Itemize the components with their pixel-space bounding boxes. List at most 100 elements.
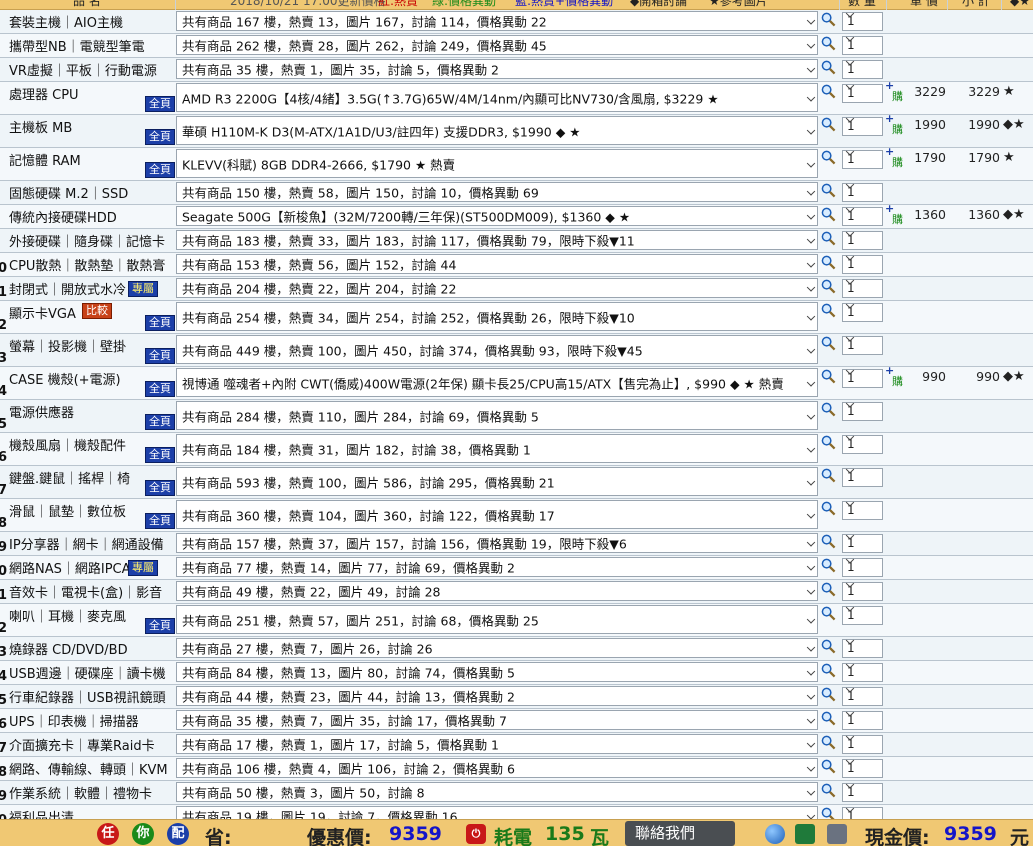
product-select[interactable]: 共有商品 77 樓，熱賣 14，圖片 77，討論 69，價格異動 2 — [176, 557, 818, 577]
quantity-select[interactable]: 1 — [842, 498, 883, 520]
search-icon[interactable] — [821, 303, 836, 318]
category-label[interactable]: USB週邊｜硬碟座｜讀卡機 — [9, 663, 166, 682]
full-page-badge[interactable]: 全頁 — [145, 447, 175, 463]
quantity-select[interactable]: 1 — [842, 684, 883, 706]
globe-icon[interactable] — [765, 824, 785, 844]
product-select[interactable]: 共有商品 204 樓，熱賣 22，圖片 204，討論 22 — [176, 278, 818, 298]
full-page-badge[interactable]: 全頁 — [145, 315, 175, 331]
quantity-select[interactable]: 1 — [842, 531, 883, 553]
quantity-select[interactable]: 1 — [842, 333, 883, 355]
category-label[interactable]: 作業系統｜軟體｜禮物卡 — [9, 783, 152, 802]
contact-us-button[interactable]: 聯絡我們 — [625, 821, 735, 846]
product-select[interactable]: 共有商品 50 樓，熱賣 3，圖片 50，討論 8 — [176, 782, 818, 802]
quantity-select[interactable]: 1 — [842, 636, 883, 658]
product-select[interactable]: 共有商品 150 樓，熱賣 58，圖片 150，討論 10，價格異動 69 — [176, 182, 818, 202]
quantity-select[interactable]: 1 — [842, 399, 883, 421]
quantity-select[interactable]: 1 — [842, 660, 883, 682]
search-icon[interactable] — [821, 150, 836, 165]
quantity-select[interactable]: 1 — [842, 366, 883, 388]
quantity-select[interactable]: 1 — [842, 204, 883, 226]
search-icon[interactable] — [821, 534, 836, 549]
category-label[interactable]: 網路、傳輸線、轉頭｜KVM — [9, 759, 168, 778]
search-icon[interactable] — [821, 183, 836, 198]
category-label[interactable]: 鍵盤.鍵鼠｜搖桿｜椅 — [9, 468, 130, 487]
quantity-select[interactable]: 1 — [842, 603, 883, 625]
exclusive-badge[interactable]: 專屬 — [128, 281, 158, 297]
custom-build-button[interactable]: 任 — [97, 823, 119, 845]
category-label[interactable]: CASE 機殼(+電源) — [9, 369, 121, 388]
search-icon[interactable] — [821, 468, 836, 483]
search-icon[interactable] — [821, 117, 836, 132]
product-select[interactable]: 共有商品 153 樓，熱賣 56，圖片 152，討論 44 — [176, 254, 818, 274]
category-label[interactable]: IP分享器｜網卡｜網通設備 — [9, 534, 164, 553]
quantity-select[interactable]: 1 — [842, 579, 883, 601]
product-select[interactable]: 共有商品 106 樓，熱賣 4，圖片 106，討論 2，價格異動 6 — [176, 758, 818, 778]
quantity-select[interactable]: 1 — [842, 81, 883, 103]
search-icon[interactable] — [821, 639, 836, 654]
quantity-select[interactable]: 1 — [842, 432, 883, 454]
product-select[interactable]: 共有商品 184 樓，熱賣 31，圖片 182，討論 38，價格異動 1 — [176, 434, 818, 463]
search-icon[interactable] — [821, 735, 836, 750]
category-label[interactable]: 喇叭｜耳機｜麥克風 — [9, 606, 126, 625]
printer-icon[interactable] — [827, 824, 847, 844]
product-select[interactable]: 共有商品 251 樓，熱賣 57，圖片 251，討論 68，價格異動 25 — [176, 605, 818, 634]
category-label[interactable]: 固態硬碟 M.2｜SSD — [9, 183, 128, 202]
full-page-badge[interactable]: 全頁 — [145, 414, 175, 430]
product-select[interactable]: AMD R3 2200G【4核/4緒】3.5G(↑3.7G)65W/4M/14n… — [176, 83, 818, 112]
quantity-select[interactable]: 1 — [842, 465, 883, 487]
full-page-badge[interactable]: 全頁 — [145, 618, 175, 634]
your-button[interactable]: 你 — [132, 823, 154, 845]
full-page-badge[interactable]: 全頁 — [145, 381, 175, 397]
category-label[interactable]: CPU散熱｜散熱墊｜散熱膏 — [9, 255, 165, 274]
category-label[interactable]: 音效卡｜電視卡(盒)｜影音 — [9, 582, 162, 601]
category-label[interactable]: 螢幕｜投影機｜壁掛 — [9, 336, 126, 355]
quantity-select[interactable]: 1 — [842, 57, 883, 79]
category-label[interactable]: 記憶體 RAM — [9, 150, 81, 169]
search-icon[interactable] — [821, 558, 836, 573]
category-label[interactable]: 介面擴充卡｜專業Raid卡 — [9, 735, 155, 754]
category-label[interactable]: 網路NAS｜網路IPCAM — [9, 558, 142, 577]
quantity-select[interactable]: 1 — [842, 756, 883, 778]
category-label[interactable]: 套裝主機｜AIO主機 — [9, 12, 123, 31]
quantity-select[interactable]: 1 — [842, 708, 883, 730]
full-page-badge[interactable]: 全頁 — [145, 513, 175, 529]
compare-badge[interactable]: 比較 — [82, 303, 112, 319]
quantity-select[interactable]: 1 — [842, 9, 883, 31]
category-label[interactable]: 機殼風扇｜機殼配件 — [9, 435, 126, 454]
product-select[interactable]: 共有商品 157 樓，熱賣 37，圖片 157，討論 156，價格異動 19，限… — [176, 533, 818, 553]
exclusive-badge[interactable]: 專屬 — [128, 560, 158, 576]
search-icon[interactable] — [821, 279, 836, 294]
quantity-select[interactable]: 1 — [842, 300, 883, 322]
search-icon[interactable] — [821, 759, 836, 774]
quantity-select[interactable]: 1 — [842, 114, 883, 136]
category-label[interactable]: 傳統內接硬碟HDD — [9, 207, 117, 226]
quantity-select[interactable]: 1 — [842, 147, 883, 169]
category-label[interactable]: 行車紀錄器｜USB視訊鏡頭 — [9, 687, 166, 706]
quantity-select[interactable]: 1 — [842, 555, 883, 577]
search-icon[interactable] — [821, 606, 836, 621]
category-label[interactable]: 燒錄器 CD/DVD/BD — [9, 639, 128, 658]
quantity-select[interactable]: 1 — [842, 180, 883, 202]
quantity-select[interactable]: 1 — [842, 252, 883, 274]
search-icon[interactable] — [821, 84, 836, 99]
search-icon[interactable] — [821, 402, 836, 417]
product-select[interactable]: Seagate 500G【新梭魚】(32M/7200轉/三年保)(ST500DM… — [176, 206, 818, 226]
product-select[interactable]: 共有商品 44 樓，熱賣 23，圖片 44，討論 13，價格異動 2 — [176, 686, 818, 706]
quantity-select[interactable]: 1 — [842, 732, 883, 754]
search-icon[interactable] — [821, 207, 836, 222]
search-icon[interactable] — [821, 711, 836, 726]
product-select[interactable]: 共有商品 49 樓，熱賣 22，圖片 49，討論 28 — [176, 581, 818, 601]
product-select[interactable]: 共有商品 254 樓，熱賣 34，圖片 254，討論 252，價格異動 26，限… — [176, 302, 818, 331]
category-label[interactable]: 攜帶型NB｜電競型筆電 — [9, 36, 145, 55]
product-select[interactable]: 共有商品 284 樓，熱賣 110，圖片 284，討論 69，價格異動 5 — [176, 401, 818, 430]
category-label[interactable]: 封閉式｜開放式水冷 — [9, 279, 126, 298]
category-label[interactable]: 外接硬碟｜隨身碟｜記憶卡 — [9, 231, 165, 250]
category-label[interactable]: 處理器 CPU — [9, 84, 79, 103]
excel-icon[interactable] — [795, 824, 815, 844]
full-page-badge[interactable]: 全頁 — [145, 480, 175, 496]
search-icon[interactable] — [821, 36, 836, 51]
configure-button[interactable]: 配 — [167, 823, 189, 845]
category-label[interactable]: UPS｜印表機｜掃描器 — [9, 711, 139, 730]
product-select[interactable]: KLEVV(科賦) 8GB DDR4-2666, $1790 ★ 熱賣 — [176, 149, 818, 178]
search-icon[interactable] — [821, 12, 836, 27]
